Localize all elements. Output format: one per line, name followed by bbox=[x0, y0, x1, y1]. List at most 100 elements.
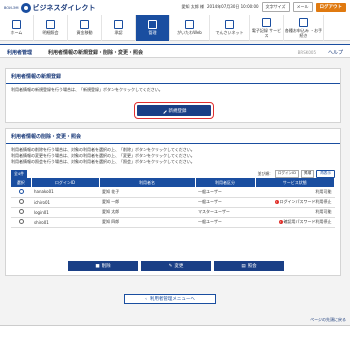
new-registration-panel: 利用者情報の新規登録 利用者情報の新規登録を行う場合は、「新規登録」ボタンをクリ… bbox=[5, 68, 341, 123]
sort-field-select[interactable]: ログインID bbox=[274, 169, 300, 178]
nav-label: でんさいネット bbox=[215, 30, 244, 36]
new-registration-desc: 利用者情報の新規登録を行う場合は、「新規登録」ボタンをクリックしてください。 bbox=[11, 87, 163, 92]
transfer-icon bbox=[80, 20, 89, 30]
back-label: 利用者管理メニューへ bbox=[149, 297, 195, 302]
nav-admin[interactable]: 管理 bbox=[136, 15, 170, 41]
brand-name: ビジネスダイレクト bbox=[32, 4, 96, 12]
row-radio[interactable] bbox=[18, 219, 24, 224]
row-radio[interactable] bbox=[18, 199, 24, 204]
nav-statement[interactable]: 明細照会 bbox=[34, 15, 68, 41]
approval-icon bbox=[114, 20, 123, 30]
nav-application[interactable]: 各種お申込み ・お手続き bbox=[284, 15, 324, 41]
manage-desc-line: 利用者情報の照会を行う場合は、対象の利用者を選択の上、「照会」ボタンをクリックし… bbox=[11, 159, 195, 164]
row-user-type: 一般ユーザー bbox=[195, 187, 255, 198]
mail-button[interactable]: メール bbox=[292, 2, 313, 12]
new-register-button[interactable]: 新規登録 bbox=[137, 105, 211, 116]
nav-label: 管理 bbox=[148, 30, 157, 36]
record-icon bbox=[262, 18, 271, 28]
table-row[interactable]: login01 愛知 太郎 マスターユーザー 利用可能 bbox=[11, 207, 335, 218]
nav-densai[interactable]: でんさいネット bbox=[210, 15, 250, 41]
nav-label: 資金移動 bbox=[76, 30, 93, 36]
row-login-id: shiro01 bbox=[31, 217, 99, 228]
logo-icon bbox=[20, 3, 31, 13]
nav-record[interactable]: 電子記録 サービス bbox=[250, 15, 284, 41]
application-icon bbox=[299, 18, 308, 28]
row-status-cell: ! 確認用パスワード利用停止 bbox=[255, 217, 335, 228]
new-register-label: 新規登録 bbox=[168, 108, 187, 114]
app-header: ВОИ-ЭМ ビジネスダイレクト 愛知 太郎 様 2014年07月30日 10:… bbox=[0, 0, 350, 15]
logout-button[interactable]: ログアウト bbox=[315, 2, 346, 12]
row-status: 利用可能 bbox=[255, 187, 335, 198]
count-badge: 全4件 bbox=[11, 169, 28, 178]
row-login-id: ichiro01 bbox=[31, 197, 99, 208]
nav-label: 各種お申込み ・お手続き bbox=[284, 28, 323, 38]
page-titlebar: 利用者管理 利用者情報の新規登録・削除・変更・照会 BRSK005 ヘルプ bbox=[0, 44, 350, 58]
user-table: 選択 ログインID 利用者名 利用者区分 サービス状態 hanako01 愛知 … bbox=[11, 178, 335, 228]
nav-label: がいたわWeb bbox=[177, 30, 202, 36]
table-row[interactable]: hanako01 愛知 花子 一般ユーザー 利用可能 bbox=[11, 187, 335, 198]
nav-home[interactable]: ホーム bbox=[0, 15, 34, 41]
help-link[interactable]: ヘルプ bbox=[328, 49, 343, 56]
delete-button[interactable]: ■ 削除 bbox=[68, 261, 138, 271]
back-to-menu-button[interactable]: ‹ 利用者管理メニューへ bbox=[124, 294, 216, 304]
pencil-icon: ✎ bbox=[168, 263, 173, 269]
sort-label: 並び順： bbox=[257, 170, 273, 176]
row-login-id: login01 bbox=[31, 207, 99, 218]
row-radio[interactable] bbox=[18, 209, 24, 214]
delete-label: 削除 bbox=[101, 264, 111, 269]
row-user-name: 愛知 四郎 bbox=[99, 217, 195, 228]
bank-small-label: ВОИ-ЭМ bbox=[4, 6, 19, 10]
document-icon: ▤ bbox=[241, 263, 246, 269]
font-size-button[interactable]: 文字サイズ bbox=[261, 2, 290, 12]
warning-icon: ! bbox=[274, 200, 279, 204]
nav-approval[interactable]: 承認 bbox=[102, 15, 136, 41]
table-row[interactable]: ichiro01 愛知 一郎 一般ユーザー ! ログインパスワード利用停止 bbox=[11, 197, 335, 208]
row-user-type: 一般ユーザー bbox=[195, 217, 255, 228]
warning-icon: ! bbox=[278, 220, 283, 224]
col-user-type: 利用者区分 bbox=[195, 178, 256, 187]
change-button[interactable]: ✎ 変更 bbox=[141, 261, 211, 271]
nav-label: ホーム bbox=[10, 30, 23, 36]
trash-icon: ■ bbox=[95, 263, 100, 269]
col-service-status: サービス状態 bbox=[255, 178, 335, 187]
nav-web[interactable]: がいたわWeb bbox=[170, 15, 210, 41]
footer bbox=[0, 325, 350, 338]
new-registration-heading: 利用者情報の新規登録 bbox=[6, 69, 340, 84]
global-nav: ホーム 明細照会 資金移動 承認 管理 がいたわWeb でんさいネット 電子記録… bbox=[0, 15, 350, 41]
user-name: 愛知 太郎 様 bbox=[181, 4, 204, 9]
page-top-link[interactable]: ページの先頭に戻る bbox=[310, 317, 346, 323]
row-user-name: 愛知 花子 bbox=[99, 187, 195, 198]
statement-icon bbox=[46, 20, 55, 30]
chevron-left-icon: ‹ bbox=[145, 296, 147, 302]
nav-transfer[interactable]: 資金移動 bbox=[68, 15, 102, 41]
manage-heading: 利用者情報の削除・変更・照会 bbox=[6, 129, 340, 144]
manage-panel: 利用者情報の削除・変更・照会 利用者情報の削除を行う場合は、対象の利用者を選択の… bbox=[5, 128, 341, 276]
page-title: 利用者情報の新規登録・削除・変更・照会 bbox=[48, 50, 144, 56]
screen-code: BRSK005 bbox=[297, 49, 316, 55]
row-radio[interactable] bbox=[18, 188, 24, 194]
row-user-type: マスターユーザー bbox=[195, 207, 255, 218]
nav-label: 承認 bbox=[114, 30, 123, 36]
row-login-id: hanako01 bbox=[31, 187, 99, 198]
section-name: 利用者管理 bbox=[7, 50, 33, 56]
resort-button[interactable]: 再表示 bbox=[316, 169, 335, 178]
row-user-name: 愛知 一郎 bbox=[99, 197, 195, 208]
table-row[interactable]: shiro01 愛知 四郎 一般ユーザー ! 確認用パスワード利用停止 bbox=[11, 217, 335, 228]
sort-controls: 並び順： ログインID 昇順 再表示 bbox=[257, 169, 335, 178]
col-login-id: ログインID bbox=[31, 178, 100, 187]
manage-desc: 利用者情報の削除を行う場合は、対象の利用者を選択の上、「削除」ボタンをクリックし… bbox=[6, 144, 340, 168]
view-label: 照会 bbox=[247, 264, 257, 269]
row-user-type: 一般ユーザー bbox=[195, 197, 255, 208]
sort-order-select[interactable]: 昇順 bbox=[301, 169, 315, 178]
nav-label: 明細照会 bbox=[42, 30, 59, 36]
user-table-wrap: 全4件 並び順： ログインID 昇順 再表示 選択 ログインID 利用者名 利用… bbox=[11, 169, 335, 228]
view-button[interactable]: ▤ 照会 bbox=[214, 261, 284, 271]
col-user-name: 利用者名 bbox=[99, 178, 196, 187]
densai-icon bbox=[225, 20, 234, 30]
row-status-cell: ! ログインパスワード利用停止 bbox=[255, 197, 335, 208]
row-status: 利用可能 bbox=[255, 207, 335, 218]
row-user-name: 愛知 太郎 bbox=[99, 207, 195, 218]
admin-icon bbox=[148, 20, 157, 30]
nav-label: 電子記録 サービス bbox=[251, 28, 282, 38]
brand-logo[interactable]: ВОИ-ЭМ ビジネスダイレクト bbox=[4, 3, 96, 13]
